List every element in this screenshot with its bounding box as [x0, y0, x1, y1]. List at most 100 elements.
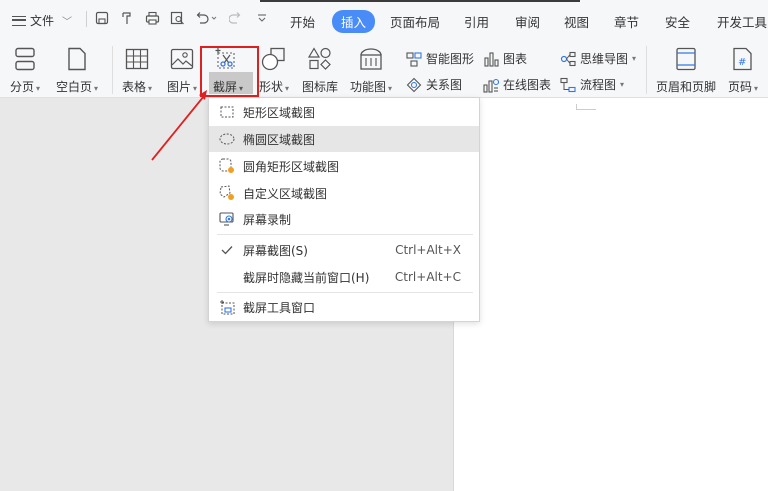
blank-page-icon [64, 46, 90, 72]
screen-record-icon [219, 211, 235, 227]
table-label: 表格 [122, 80, 147, 94]
page-break-button[interactable]: 分页 ▾ [10, 46, 40, 95]
header-footer-label: 页眉和页脚 [656, 80, 717, 94]
menu-item-hide-window[interactable]: 截屏时隐藏当前窗口(H) Ctrl+Alt+C [209, 264, 479, 290]
menu-item-shortcut: Ctrl+Alt+X [395, 243, 461, 257]
tab-page-layout[interactable]: 页面布局 [390, 12, 440, 31]
mind-map-button[interactable]: 思维导图 ▾ [560, 50, 636, 67]
chevron-down-icon: ﹀ [62, 17, 73, 28]
menu-item-label: 屏幕录制 [243, 212, 292, 227]
menu-item-custom-screenshot[interactable]: 自定义区域截图 [209, 180, 479, 206]
mind-map-icon [560, 51, 576, 67]
menu-item-ellipse-screenshot[interactable]: 椭圆区域截图 [209, 126, 479, 152]
online-chart-label: 在线图表 [503, 78, 552, 92]
menu-divider [217, 234, 473, 235]
page-number-icon: # [730, 46, 756, 72]
menu-item-screen-record[interactable]: 屏幕录制 [209, 206, 479, 232]
tab-view[interactable]: 视图 [564, 12, 589, 31]
online-chart-button[interactable]: 在线图表 [483, 76, 551, 93]
shape-button[interactable]: 形状 ▾ [259, 46, 289, 95]
save-icon[interactable] [94, 11, 110, 27]
ribbon-toolbar: 分页 ▾ 空白页 ▾ 表格 ▾ 图片 ▾ 形状 ▾ 图标库 功能图 ▾ 智能图形… [0, 40, 768, 98]
header-footer-icon [673, 46, 699, 72]
icon-library-icon [307, 46, 333, 72]
chart-button[interactable]: 图表 [483, 50, 527, 67]
blank-page-label: 空白页 [56, 80, 93, 94]
rounded-rect-select-icon [219, 158, 235, 174]
flowchart-button[interactable]: 流程图 ▾ [560, 76, 624, 93]
function-chart-icon [358, 46, 384, 72]
tab-references[interactable]: 引用 [464, 12, 489, 31]
menu-item-label: 截屏时隐藏当前窗口(H) [243, 270, 370, 285]
flowchart-label: 流程图 [580, 78, 617, 92]
picture-icon [169, 46, 195, 72]
rect-select-icon [219, 104, 235, 120]
relation-chart-icon [406, 77, 422, 93]
menu-item-label: 矩形区域截图 [243, 105, 316, 120]
tab-security[interactable]: 安全 [665, 12, 690, 31]
svg-text:#: # [738, 57, 746, 68]
tab-start[interactable]: 开始 [290, 12, 315, 31]
online-chart-icon [483, 77, 499, 93]
menu-item-tool-window[interactable]: 截屏工具窗口 [209, 294, 479, 320]
undo-icon[interactable] [194, 11, 220, 27]
smart-graphic-label: 智能图形 [426, 52, 475, 66]
title-strip [260, 0, 580, 2]
icon-library-label: 图标库 [302, 80, 339, 94]
chevron-down-icon: ▾ [620, 80, 625, 89]
print-icon[interactable] [144, 11, 160, 27]
tool-window-icon [219, 299, 235, 315]
custom-select-icon [219, 185, 235, 201]
blank-page-button[interactable]: 空白页 ▾ [56, 46, 98, 95]
table-icon [124, 46, 150, 72]
menu-item-label: 屏幕截图(S) [243, 243, 308, 258]
chart-label: 图表 [503, 52, 528, 66]
menu-item-rounded-rect-screenshot[interactable]: 圆角矩形区域截图 [209, 153, 479, 179]
flowchart-icon [560, 77, 576, 93]
customize-toolbar-icon[interactable] [254, 11, 270, 27]
tab-review[interactable]: 审阅 [515, 12, 540, 31]
tab-chapter[interactable]: 章节 [614, 12, 639, 31]
menu-divider [217, 292, 473, 293]
tab-developer-tools[interactable]: 开发工具 [717, 12, 767, 31]
function-chart-button[interactable]: 功能图 ▾ [350, 46, 392, 95]
file-menu-button[interactable]: 文件 ﹀ [12, 12, 72, 29]
shape-label: 形状 [259, 80, 284, 94]
format-painter-icon[interactable] [119, 11, 135, 27]
relation-chart-button[interactable]: 关系图 [406, 76, 462, 93]
menu-item-rect-screenshot[interactable]: 矩形区域截图 [209, 99, 479, 125]
page-break-icon [12, 46, 38, 72]
tab-insert[interactable]: 插入 [332, 10, 376, 33]
relation-chart-label: 关系图 [426, 78, 463, 92]
page-break-label: 分页 [10, 80, 35, 94]
chevron-down-icon: ▾ [632, 54, 637, 63]
bar-chart-icon [483, 51, 499, 67]
header-footer-button[interactable]: 页眉和页脚 [656, 46, 716, 95]
shape-icon [261, 46, 287, 72]
hamburger-icon [12, 15, 26, 26]
mind-map-label: 思维导图 [580, 52, 629, 66]
document-page[interactable] [453, 98, 768, 491]
screenshot-dropdown-menu: 矩形区域截图 椭圆区域截图 圆角矩形区域截图 自定义区域截图 屏幕录制 屏幕截图… [208, 97, 480, 322]
redo-icon[interactable] [228, 11, 244, 27]
function-chart-label: 功能图 [350, 80, 387, 94]
menu-item-shortcut: Ctrl+Alt+C [394, 270, 461, 284]
smart-graphic-button[interactable]: 智能图形 [406, 50, 474, 67]
divider [646, 46, 647, 94]
table-button[interactable]: 表格 ▾ [122, 46, 152, 95]
menu-item-label: 椭圆区域截图 [243, 132, 316, 147]
icon-library-button[interactable]: 图标库 [302, 46, 338, 95]
menu-item-label: 自定义区域截图 [243, 186, 328, 201]
ellipse-select-icon [219, 131, 235, 147]
check-icon [219, 242, 235, 258]
menu-item-screen-capture[interactable]: 屏幕截图(S) Ctrl+Alt+X [209, 237, 479, 263]
margin-corner-mark [576, 104, 596, 110]
page-number-label: 页码 [728, 80, 753, 94]
page-number-button[interactable]: # 页码 ▾ [728, 46, 758, 95]
divider [112, 46, 113, 94]
menu-item-label: 截屏工具窗口 [243, 300, 316, 315]
picture-button[interactable]: 图片 ▾ [167, 46, 197, 95]
menu-item-label: 圆角矩形区域截图 [243, 159, 340, 174]
menu-bar: 文件 ﹀ 开始 插入 页面布局 引用 审阅 视图 章节 安全 开发工具 [0, 0, 768, 40]
print-preview-icon[interactable] [169, 11, 185, 27]
